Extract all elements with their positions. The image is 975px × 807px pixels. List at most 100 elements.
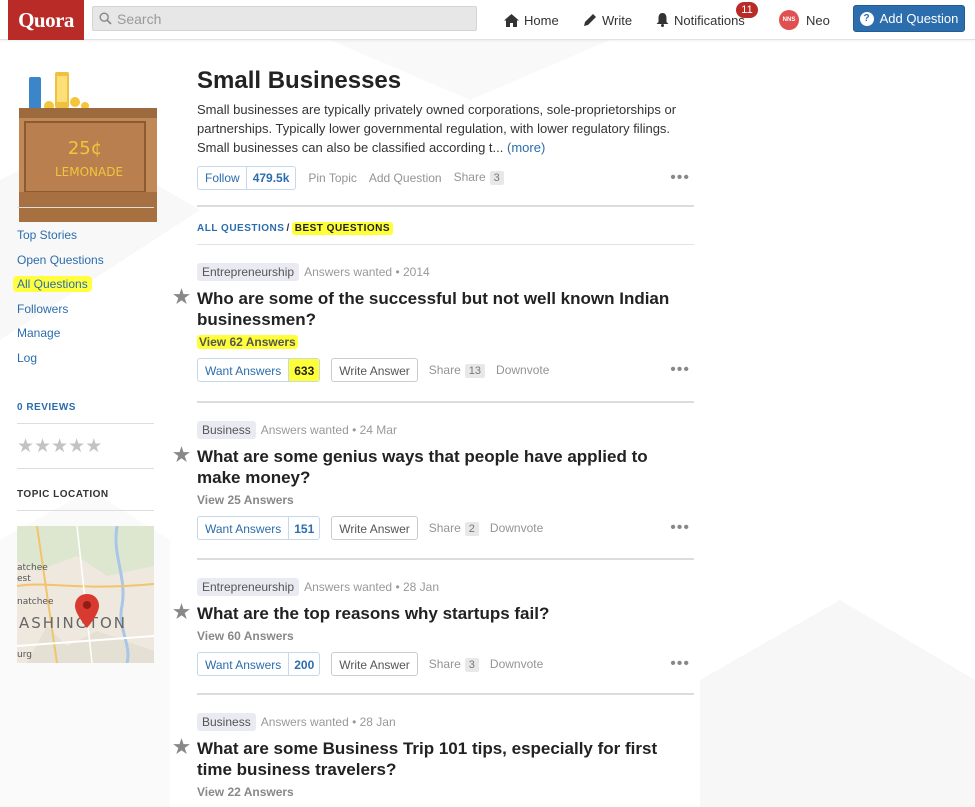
question-title-text: What are some Business Trip 101 tips, es… xyxy=(197,739,658,779)
star-icon[interactable]: ★ xyxy=(173,287,190,308)
star-icon[interactable]: ★ xyxy=(173,602,190,623)
question-bubble-icon: ? xyxy=(859,11,874,26)
topic-description-text: Small businesses are typically privately… xyxy=(197,102,677,155)
question-actions: Want Answers 200 Write Answer Share 3 Dow… xyxy=(197,652,694,676)
write-answer-button[interactable]: Write Answer xyxy=(331,358,418,382)
topic-location-heading: TOPIC LOCATION xyxy=(17,489,109,500)
star-icon[interactable]: ★ xyxy=(85,436,102,457)
question-title-text: Who are some of the successful but not w… xyxy=(197,289,670,329)
write-answer-button[interactable]: Write Answer xyxy=(331,652,418,676)
more-options-icon[interactable]: ••• xyxy=(670,361,690,379)
view-answers-link[interactable]: View 22 Answers xyxy=(197,785,694,799)
question-title[interactable]: ★ What are some genius ways that people … xyxy=(173,445,694,488)
section-divider xyxy=(197,205,694,207)
question-item: Entrepreneurship Answers wanted • 2014 ★… xyxy=(173,262,694,382)
sidebar-item-followers[interactable]: Followers xyxy=(17,302,104,327)
section-divider xyxy=(197,244,694,245)
location-map[interactable]: atchee est natchee ASHINGTON urg xyxy=(17,526,154,663)
sidebar-item-all-questions[interactable]: All Questions xyxy=(13,276,104,302)
sidebar-divider xyxy=(17,468,154,469)
want-answers-button[interactable]: Want Answers 200 xyxy=(197,652,321,676)
star-icon[interactable]: ★ xyxy=(51,436,68,457)
question-meta-text: Answers wanted • 24 Mar xyxy=(260,423,397,437)
want-answers-button[interactable]: Want Answers 151 xyxy=(197,516,321,540)
star-icon[interactable]: ★ xyxy=(17,436,34,457)
downvote-link[interactable]: Downvote xyxy=(496,363,549,377)
view-answers-link[interactable]: View 60 Answers xyxy=(197,629,694,643)
share-label: Share xyxy=(428,520,461,535)
map-label-city4: urg xyxy=(17,650,32,660)
star-icon[interactable]: ★ xyxy=(173,737,190,758)
search-input[interactable] xyxy=(117,10,457,27)
question-title-text: What are some genius ways that people ha… xyxy=(197,447,648,487)
more-options-icon[interactable]: ••• xyxy=(670,169,690,187)
question-title[interactable]: ★ What are the top reasons why startups … xyxy=(173,602,694,624)
nav-write[interactable]: Write xyxy=(583,0,632,40)
question-title[interactable]: ★ What are some Business Trip 101 tips, … xyxy=(173,737,694,780)
follow-button[interactable]: Follow 479.5k xyxy=(197,165,297,190)
want-answers-count: 633 xyxy=(288,359,320,381)
more-options-icon[interactable]: ••• xyxy=(670,519,690,537)
sidebar-item-all-questions-label: All Questions xyxy=(13,276,92,293)
want-answers-label: Want Answers xyxy=(205,364,282,378)
topic-image-price: 25¢ xyxy=(68,138,102,159)
filter-all-questions[interactable]: ALL QUESTIONS xyxy=(197,223,284,234)
share-link[interactable]: Share 13 xyxy=(429,363,486,378)
question-title[interactable]: ★ Who are some of the successful but not… xyxy=(173,287,694,330)
filter-separator: / xyxy=(286,223,290,234)
sidebar-item-open-questions[interactable]: Open Questions xyxy=(17,253,104,278)
view-answers-link[interactable]: View 62 Answers xyxy=(197,335,694,349)
nav-notifications[interactable]: Notifications 11 xyxy=(656,0,758,40)
nav-profile[interactable]: NNS Neo xyxy=(779,0,830,40)
question-actions: Want Answers 633 Write Answer Share 13 Do… xyxy=(197,358,694,382)
sidebar-divider xyxy=(17,510,154,511)
home-icon xyxy=(504,13,519,27)
sidebar-item-log[interactable]: Log xyxy=(17,351,104,376)
topic-tag[interactable]: Business xyxy=(197,713,256,731)
question-meta: Entrepreneurship Answers wanted • 2014 xyxy=(197,262,694,282)
share-label: Share xyxy=(453,170,486,184)
share-link[interactable]: Share 3 xyxy=(429,657,479,672)
pin-topic-link[interactable]: Pin Topic xyxy=(308,171,356,185)
downvote-link[interactable]: Downvote xyxy=(490,657,543,671)
quora-logo[interactable]: Quora xyxy=(8,0,84,40)
avatar: NNS xyxy=(779,10,799,30)
share-count: 3 xyxy=(464,657,479,672)
more-options-icon[interactable]: ••• xyxy=(670,655,690,673)
share-link[interactable]: Share 3 xyxy=(454,170,504,185)
add-question-label: Add Question xyxy=(879,11,959,26)
question-divider xyxy=(197,401,694,403)
view-answers-link[interactable]: View 25 Answers xyxy=(197,493,694,507)
question-divider xyxy=(197,558,694,560)
share-link[interactable]: Share 2 xyxy=(429,521,479,536)
question-divider xyxy=(197,693,694,695)
more-link[interactable]: (more) xyxy=(507,140,545,155)
add-question-button[interactable]: ? Add Question xyxy=(853,5,965,32)
sidebar-item-manage[interactable]: Manage xyxy=(17,326,104,351)
write-answer-button[interactable]: Write Answer xyxy=(331,516,418,540)
filter-best-questions[interactable]: BEST QUESTIONS xyxy=(291,222,394,235)
map-label-city3: natchee xyxy=(17,597,54,607)
add-question-link[interactable]: Add Question xyxy=(369,171,442,185)
nav-write-label: Write xyxy=(602,12,633,28)
topic-tag[interactable]: Business xyxy=(197,421,256,439)
sidebar-divider xyxy=(17,207,154,208)
search-box[interactable] xyxy=(92,6,477,31)
sidebar-item-top-stories[interactable]: Top Stories xyxy=(17,228,104,253)
nav-home[interactable]: Home xyxy=(504,0,559,40)
nav-home-label: Home xyxy=(524,12,559,28)
want-answers-button[interactable]: Want Answers 633 xyxy=(197,358,321,382)
topic-tag[interactable]: Entrepreneurship xyxy=(197,263,300,281)
star-icon[interactable]: ★ xyxy=(34,436,51,457)
downvote-link[interactable]: Downvote xyxy=(490,521,543,535)
star-icon[interactable]: ★ xyxy=(68,436,85,457)
star-icon[interactable]: ★ xyxy=(173,445,190,466)
want-answers-count: 151 xyxy=(288,517,319,539)
share-label: Share xyxy=(428,656,461,671)
topic-tag[interactable]: Entrepreneurship xyxy=(197,578,300,596)
reviews-heading[interactable]: 0 REVIEWS xyxy=(17,402,76,413)
want-answers-count: 200 xyxy=(288,653,319,675)
map-label-state: ASHINGTON xyxy=(19,614,127,632)
follow-label: Follow xyxy=(205,170,240,185)
rating-stars[interactable]: ★★★★★ xyxy=(17,435,102,458)
